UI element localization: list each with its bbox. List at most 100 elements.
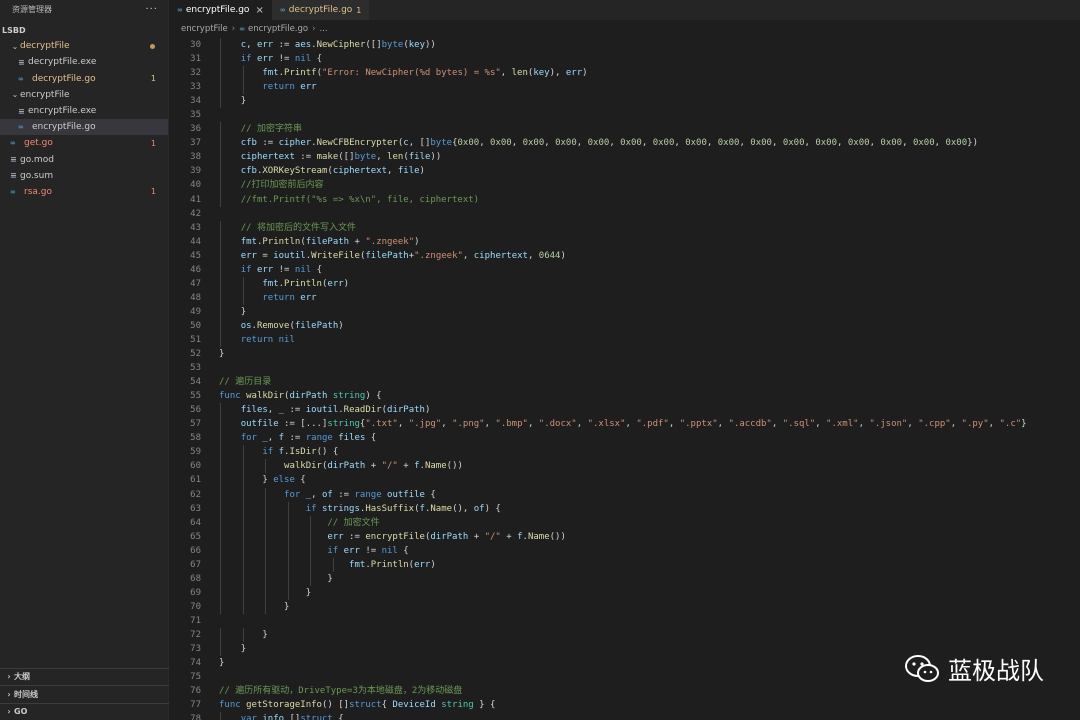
- code-text: return err: [219, 80, 317, 95]
- code-token: []: [284, 714, 301, 720]
- tree-item-encryptfile[interactable]: ⌄ encryptFile: [0, 87, 168, 103]
- code-line: 63 if strings.HasSuffix(f.Name(), of) {: [169, 501, 1080, 516]
- code-token: nil: [294, 54, 312, 65]
- code-token: if: [327, 545, 339, 556]
- code-text: func walkDir(dirPath string) {: [219, 389, 382, 403]
- code-editor[interactable]: 30 c, err := aes.NewCipher([]byte(key)) 3…: [169, 38, 1080, 720]
- code-text: if strings.HasSuffix(f.Name(), of) {: [219, 501, 501, 516]
- code-token: ".zngeek": [414, 250, 463, 261]
- indent-guide: [220, 38, 221, 53]
- tree-item-label: decryptFile.exe: [28, 57, 97, 68]
- wechat-logo-icon: [905, 654, 939, 682]
- code-line: 30 c, err := aes.NewCipher([]byte(key)): [169, 38, 1080, 53]
- indent-guide: [220, 515, 221, 530]
- line-number: 49: [190, 306, 201, 317]
- go-file-icon: ∞: [18, 123, 24, 132]
- line-number: 62: [190, 489, 201, 500]
- indent-guide: [287, 585, 289, 600]
- go-file-icon: ∞: [10, 187, 16, 196]
- close-icon[interactable]: ×: [255, 5, 263, 16]
- code-token: ,: [376, 152, 388, 163]
- code-token: ,: [311, 489, 322, 500]
- tree-item-go-mod[interactable]: ≡ go.mod: [0, 152, 168, 168]
- editor-tabs: ∞ encryptFile.go × ∞ decryptFile.go 1: [169, 0, 1080, 20]
- problem-count-badge: 1: [356, 5, 362, 15]
- code-token: info: [262, 714, 285, 720]
- code-line: 44 fmt.Println(filePath + ".zngeek"): [169, 234, 1080, 249]
- file-lines-icon: ≡: [10, 171, 17, 181]
- code-token: // 遍历所有驱动，DriveType=3为本地磁盘，2为移动磁盘: [219, 686, 463, 697]
- tree-item-decryptfile-exe[interactable]: ≡ decryptFile.exe: [0, 54, 168, 70]
- line-number: 78: [190, 714, 201, 720]
- indent-guide: [220, 136, 221, 151]
- code-token: 0x00: [815, 138, 838, 149]
- line-number: 33: [190, 82, 201, 93]
- code-line: 35: [169, 108, 1080, 122]
- go-file-icon: ∞: [239, 25, 246, 33]
- code-line: 31 if err != nil {: [169, 52, 1080, 67]
- line-number: 56: [190, 405, 201, 416]
- code-token: XORKeyStream: [262, 166, 328, 177]
- tab-encryptfile-go[interactable]: ∞ encryptFile.go ×: [169, 0, 272, 20]
- code-token: ()): [446, 461, 463, 472]
- code-token: walkDir: [284, 461, 322, 472]
- tree-item-encryptfile-go[interactable]: ∞ encryptFile.go: [0, 119, 168, 136]
- tree-item-decryptfile-go[interactable]: ∞ decryptFile.go 1: [0, 71, 168, 87]
- code-token: ,: [706, 138, 718, 149]
- tab-decryptfile-go[interactable]: ∞ decryptFile.go 1: [271, 0, 370, 20]
- code-token: =: [256, 250, 274, 261]
- indent-guide: [220, 627, 221, 643]
- line-number: 63: [190, 503, 201, 514]
- tree-item-rsa-go[interactable]: ∞ rsa.go 1: [0, 184, 168, 200]
- indent-guide: [220, 501, 221, 516]
- code-text: files, _ := ioutil.ReadDir(dirPath): [219, 403, 430, 418]
- code-token: dirPath: [387, 405, 425, 416]
- code-token: }): [967, 138, 978, 149]
- code-token: :=: [332, 489, 355, 500]
- panel-timeline[interactable]: › 时间线: [0, 685, 169, 703]
- breadcrumb-file[interactable]: encryptFile.go: [248, 24, 308, 34]
- code-text: }: [219, 347, 224, 361]
- tree-item-go-sum[interactable]: ≡ go.sum: [0, 168, 168, 184]
- indent-guide: [220, 94, 221, 109]
- tree-item-get-go[interactable]: ∞ get.go 1: [0, 135, 168, 151]
- indent-guide: [220, 220, 221, 235]
- line-number: 71: [190, 615, 201, 626]
- code-token: ): [343, 278, 350, 289]
- code-line: 47 fmt.Println(err): [169, 276, 1080, 291]
- code-token: ".docx": [538, 419, 577, 430]
- indent-guide: [220, 712, 221, 720]
- explorer-sidebar: 资源管理器 ··· LSBD ⌄ decryptFile ≡ decryptFile.e…: [0, 0, 169, 720]
- indent-guide: [310, 571, 311, 586]
- code-token: encryptFile: [365, 531, 425, 542]
- line-number: 36: [190, 124, 201, 135]
- code-line: 37 cfb := cipher.NewCFBEncrypter(c, []by…: [169, 136, 1080, 151]
- tree-item-decryptfile[interactable]: ⌄ decryptFile: [0, 38, 168, 54]
- code-token: Println: [262, 236, 301, 247]
- go-file-icon: ∞: [177, 6, 183, 14]
- tree-item-encryptfile-exe[interactable]: ≡ encryptFile.exe: [0, 103, 168, 119]
- code-line: 62 for _, of := range outfile {: [169, 487, 1080, 502]
- code-token: ,: [387, 166, 398, 177]
- panel-go[interactable]: › GO: [0, 702, 169, 720]
- tree-item-lsbd[interactable]: LSBD: [0, 22, 168, 38]
- line-number: 65: [190, 531, 201, 542]
- code-token: := [...]: [278, 419, 328, 430]
- indent-guide: [242, 627, 244, 643]
- code-token: ReadDir: [343, 405, 382, 416]
- code-line: 39 cfb.XORKeyStream(ciphertext, file): [169, 164, 1080, 179]
- panel-outline[interactable]: › 大纲: [0, 667, 169, 686]
- indent-guide: [287, 515, 289, 530]
- tree-item-label: go.sum: [20, 170, 54, 181]
- indent-guide: [220, 164, 221, 179]
- indent-guide: [220, 262, 221, 277]
- code-line: 71: [169, 614, 1080, 628]
- code-token: dirPath: [430, 531, 469, 542]
- code-token: err: [300, 292, 317, 303]
- more-actions-icon[interactable]: ···: [145, 4, 158, 15]
- breadcrumb-folder[interactable]: encryptFile: [181, 24, 228, 34]
- code-token: ".txt": [365, 419, 398, 430]
- indent-guide: [220, 431, 221, 446]
- code-token: if: [240, 264, 252, 275]
- breadcrumb-symbol[interactable]: ...: [320, 24, 328, 34]
